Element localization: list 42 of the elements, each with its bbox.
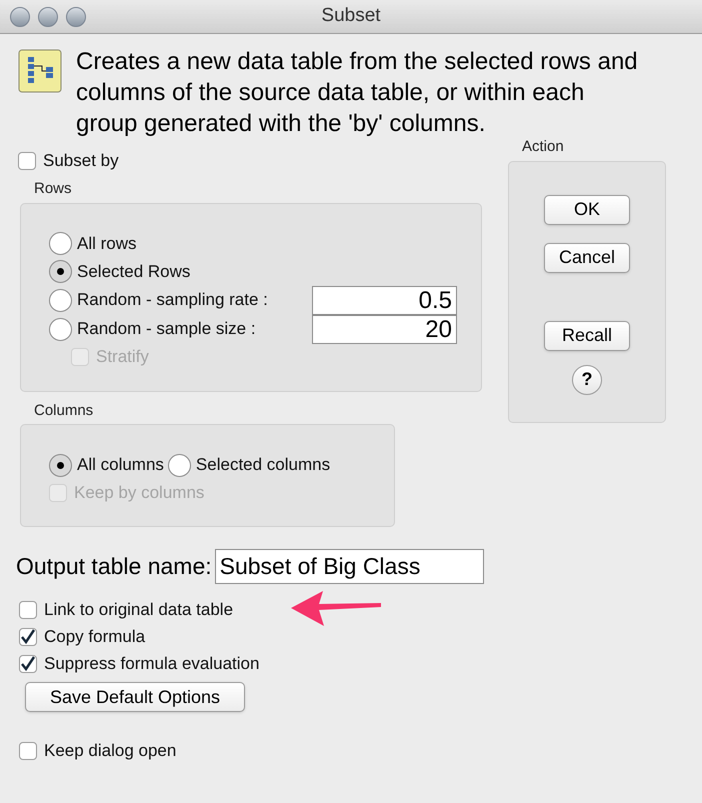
checkbox-label: Stratify — [96, 346, 149, 368]
checkbox-label: Suppress formula evaluation — [44, 652, 260, 675]
radio-button[interactable] — [49, 318, 72, 340]
radio-label: All rows — [77, 232, 137, 255]
radio-label: Random - sample size : — [77, 318, 256, 340]
checkbox-label: Subset by — [43, 150, 119, 172]
window-control-icon[interactable] — [66, 6, 86, 26]
radio-label: Selected columns — [196, 454, 330, 476]
radio-button[interactable] — [49, 232, 72, 255]
checkbox[interactable] — [19, 600, 37, 618]
group-title: Action — [522, 137, 565, 157]
number-field[interactable]: 0.5 — [312, 286, 457, 314]
group-title: Columns — [34, 400, 94, 420]
window-control-icon[interactable] — [10, 6, 30, 26]
output-name-field[interactable]: Subset of Big Class — [214, 549, 484, 584]
checkbox[interactable] — [19, 654, 37, 672]
window-title: Subset — [321, 4, 381, 28]
checkbox[interactable] — [19, 742, 37, 760]
group-title: Rows — [34, 179, 73, 199]
output-label: Output table name: — [16, 552, 212, 582]
radio-button[interactable] — [49, 454, 72, 476]
radio-button[interactable] — [49, 288, 72, 312]
radio-label: All columns — [77, 454, 164, 476]
radio-label: Selected Rows — [77, 260, 190, 283]
help-button[interactable]: ? — [572, 364, 602, 394]
checkbox[interactable] — [19, 628, 37, 646]
radio-button[interactable] — [49, 260, 72, 283]
save-defaults-button[interactable]: Save Default Options — [25, 682, 245, 712]
radio-button[interactable] — [168, 454, 191, 476]
radio-label: Random - sampling rate : — [77, 289, 268, 312]
description-text: Creates a new data table from the selected rows and columns of the source data table, or within each group generated with the 'by' columns. — [76, 47, 639, 139]
checkbox-label: Keep dialog open — [44, 740, 176, 762]
checkbox-label: Copy formula — [44, 626, 146, 648]
number-field[interactable]: 20 — [312, 314, 457, 344]
action-button[interactable]: Cancel — [544, 242, 630, 272]
checkbox-label: Keep by columns — [74, 482, 204, 504]
checkbox-label: Link to original data table — [44, 598, 234, 621]
window-control-icon[interactable] — [38, 6, 58, 26]
subset-icon — [18, 49, 62, 93]
action-button[interactable]: Recall — [544, 320, 630, 350]
checkbox[interactable] — [18, 152, 36, 170]
action-button[interactable]: OK — [544, 194, 630, 224]
